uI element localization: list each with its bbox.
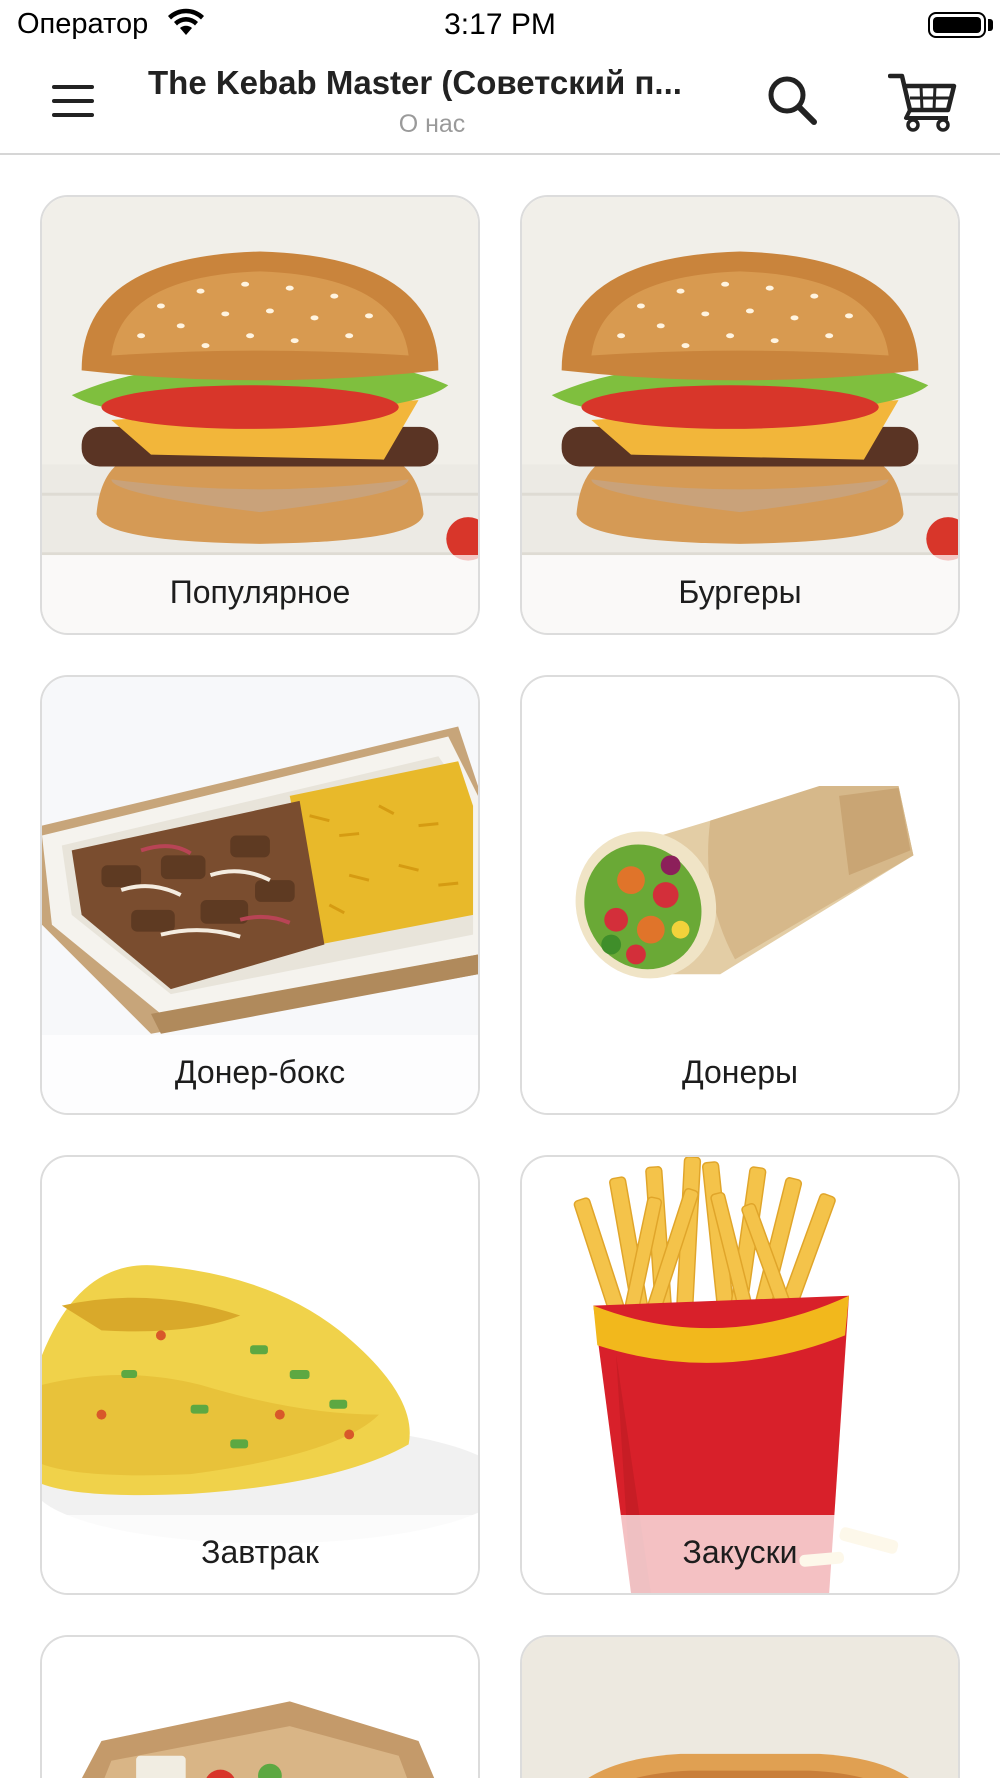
category-tile-breakfast[interactable]: Завтрак — [40, 1155, 480, 1595]
category-label: Донер-бокс — [42, 1035, 478, 1113]
category-tile-popular[interactable]: Популярное — [40, 195, 480, 635]
category-label: Закуски — [522, 1515, 958, 1593]
category-label: Завтрак — [42, 1515, 478, 1593]
shopping-cart-icon[interactable] — [888, 70, 960, 132]
about-link[interactable]: О нас — [148, 110, 716, 139]
battery-cap — [988, 19, 993, 31]
clock: 3:17 PM — [444, 8, 556, 41]
category-label: Донеры — [522, 1035, 958, 1113]
category-tile-partial-left[interactable] — [40, 1635, 480, 1778]
hot-dog-image — [522, 1637, 958, 1778]
hamburger-menu-icon[interactable] — [48, 79, 102, 123]
category-label: Популярное — [42, 555, 478, 633]
search-icon[interactable] — [762, 70, 822, 130]
category-tile-doners[interactable]: Донеры — [520, 675, 960, 1115]
restaurant-title: The Kebab Master (Советский п... — [148, 64, 682, 101]
navigation-bar: The Kebab Master (Советский п... О нас — [0, 50, 1000, 155]
food-box-image — [42, 1637, 478, 1778]
battery-icon — [928, 12, 986, 38]
status-bar: Оператор 3:17 PM — [0, 0, 1000, 50]
category-tile-snacks[interactable]: Закуски — [520, 1155, 960, 1595]
category-tile-doner-box[interactable]: Донер-бокс — [40, 675, 480, 1115]
category-tile-partial-right[interactable] — [520, 1635, 960, 1778]
category-label: Бургеры — [522, 555, 958, 633]
category-tile-burgers[interactable]: Бургеры — [520, 195, 960, 635]
